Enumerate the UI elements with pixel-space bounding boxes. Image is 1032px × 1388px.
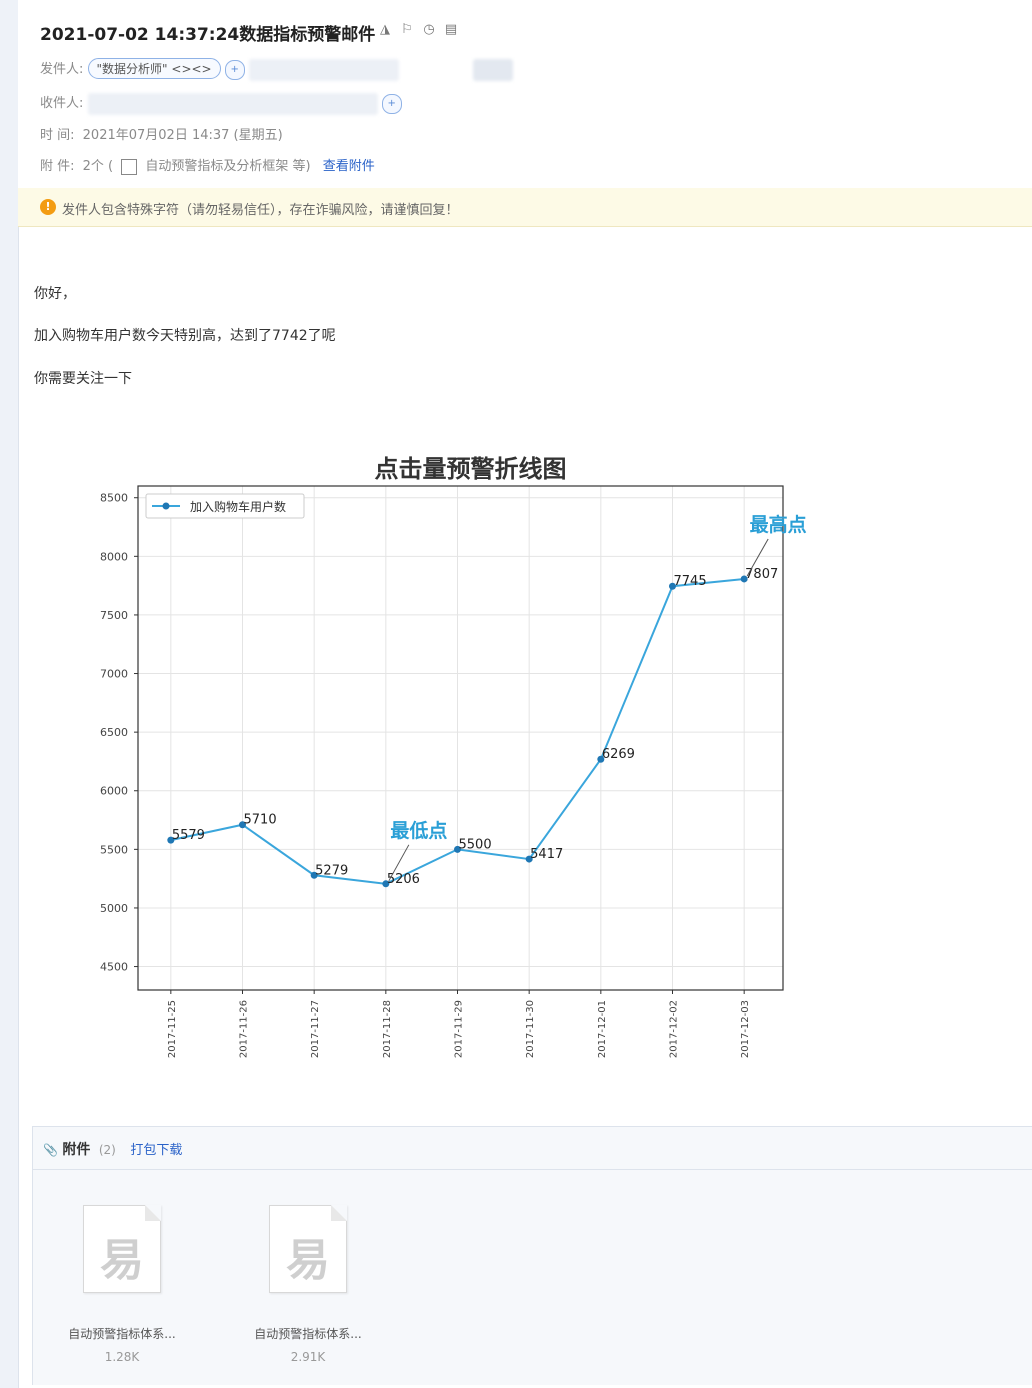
warning-text: 发件人包含特殊字符（请勿轻易信任），存在诈骗风险，请谨慎回复！ <box>62 203 459 218</box>
y-tick-label: 7000 <box>100 668 128 681</box>
x-tick-label: 2017-11-27 <box>310 1000 321 1058</box>
attachment-file-2[interactable]: 易 自动预警指标体系... 2.91K <box>243 1205 373 1364</box>
y-tick-label: 5500 <box>100 843 128 856</box>
to-label: 收件人: <box>40 96 84 111</box>
email-subject: 2021-07-02 14:37:24数据指标预警邮件 <box>40 25 376 45</box>
file-icon: 易 <box>269 1205 347 1293</box>
data-label: 5500 <box>459 837 492 852</box>
x-tick-label: 2017-11-25 <box>167 1000 178 1058</box>
y-tick-label: 8000 <box>100 550 128 563</box>
file-size: 2.91K <box>290 1350 326 1364</box>
body-line-2: 你需要关注一下 <box>34 371 132 387</box>
x-tick-label: 2017-12-03 <box>740 1000 751 1058</box>
recipient-more-button[interactable]: + <box>381 93 402 114</box>
attachment-title: 附件 <box>62 1142 91 1158</box>
y-tick-label: 7500 <box>100 609 128 622</box>
data-label: 5710 <box>244 813 277 828</box>
y-tick-label: 5000 <box>100 902 128 915</box>
annotation-label: 最低点 <box>390 819 447 842</box>
redacted-recipients <box>87 92 378 115</box>
x-tick-label: 2017-11-30 <box>525 1000 536 1058</box>
security-warning-bar: ! 发件人包含特殊字符（请勿轻易信任），存在诈骗风险，请谨慎回复！ <box>18 188 1032 227</box>
subject-actions: ◮ ⚐ ◷ ▤ <box>378 23 458 37</box>
x-tick-label: 2017-11-28 <box>382 1000 393 1058</box>
body-greeting: 你好， <box>34 286 76 302</box>
bookmark-icon[interactable]: ◮ <box>378 23 392 37</box>
from-row: 发件人: "数据分析师" <><> + <box>40 58 514 81</box>
file-size: 1.28K <box>104 1350 140 1364</box>
attach-label: 附 件: <box>40 159 75 174</box>
left-rail <box>0 0 19 1388</box>
x-tick-label: 2017-12-02 <box>669 1000 680 1058</box>
plot-area <box>138 486 783 990</box>
flag-icon[interactable]: ⚐ <box>400 23 414 37</box>
attachment-file-1[interactable]: 易 自动预警指标体系... 1.28K <box>57 1205 187 1364</box>
data-label: 5417 <box>530 847 563 862</box>
y-tick-label: 6000 <box>100 785 128 798</box>
data-label: 5279 <box>315 863 348 878</box>
annotation-label: 最高点 <box>750 513 807 536</box>
attach-names: 自动预警指标及分析框架 等) <box>145 159 311 174</box>
x-tick-label: 2017-12-01 <box>597 1000 608 1058</box>
y-tick-label: 8500 <box>100 492 128 505</box>
time-label: 时 间: <box>40 128 75 143</box>
file-name: 自动预警指标体系... <box>254 1327 362 1341</box>
attachment-count: (2) <box>98 1143 116 1157</box>
download-all-link[interactable]: 打包下载 <box>130 1143 182 1158</box>
x-tick-label: 2017-11-29 <box>454 1000 465 1058</box>
data-label: 6269 <box>602 747 635 762</box>
redacted-sender <box>248 58 399 81</box>
legend-marker <box>162 502 170 510</box>
body-line-1: 加入购物车用户数今天特别高，达到了7742了呢 <box>34 328 336 344</box>
paperclip-icon: 📎 <box>43 1143 58 1157</box>
file-name: 自动预警指标体系... <box>68 1327 176 1341</box>
chart-title: 点击量预警折线图 <box>375 455 567 483</box>
data-label: 7807 <box>745 567 778 582</box>
data-label: 7745 <box>674 574 707 589</box>
x-tick-label: 2017-11-26 <box>239 1000 250 1058</box>
file-checkbox-icon <box>121 158 138 175</box>
y-tick-label: 6500 <box>100 726 128 739</box>
redacted-sender-extra <box>473 58 514 81</box>
data-label: 5206 <box>387 872 420 887</box>
print-icon[interactable]: ▤ <box>444 23 458 37</box>
sender-chip[interactable]: "数据分析师" <><> <box>87 58 221 79</box>
add-contact-button[interactable]: + <box>224 59 245 80</box>
data-label: 5579 <box>172 828 205 843</box>
line-chart: 点击量预警折线图 4500 5000 5500 6000 6500 7000 7500 8000… <box>100 455 807 1058</box>
attach-count: 2个 ( <box>82 159 114 174</box>
view-attachments-link[interactable]: 查看附件 <box>323 159 375 174</box>
from-label: 发件人: <box>40 62 84 77</box>
warning-icon: ! <box>40 199 56 215</box>
attachment-panel: 📎 附件 (2) 打包下载 易 自动预警指标体系... 1.28K 易 自动预警… <box>32 1126 1032 1385</box>
attachment-divider <box>33 1169 1032 1170</box>
time-value: 2021年07月02日 14:37 (星期五) <box>82 128 283 143</box>
attachment-row: 附 件: 2个 ( 自动预警指标及分析框架 等) 查看附件 <box>40 155 375 175</box>
file-icon: 易 <box>83 1205 161 1293</box>
clock-icon[interactable]: ◷ <box>422 23 436 37</box>
time-row: 时 间: 2021年07月02日 14:37 (星期五) <box>40 124 283 143</box>
email-header: 2021-07-02 14:37:24数据指标预警邮件 ◮ ⚐ ◷ ▤ 发件人:… <box>18 0 1032 189</box>
to-row: 收件人: + <box>40 92 402 115</box>
legend-label: 加入购物车用户数 <box>190 499 286 514</box>
y-tick-label: 4500 <box>100 961 128 974</box>
attachment-header: 📎 附件 (2) 打包下载 <box>43 1139 182 1159</box>
